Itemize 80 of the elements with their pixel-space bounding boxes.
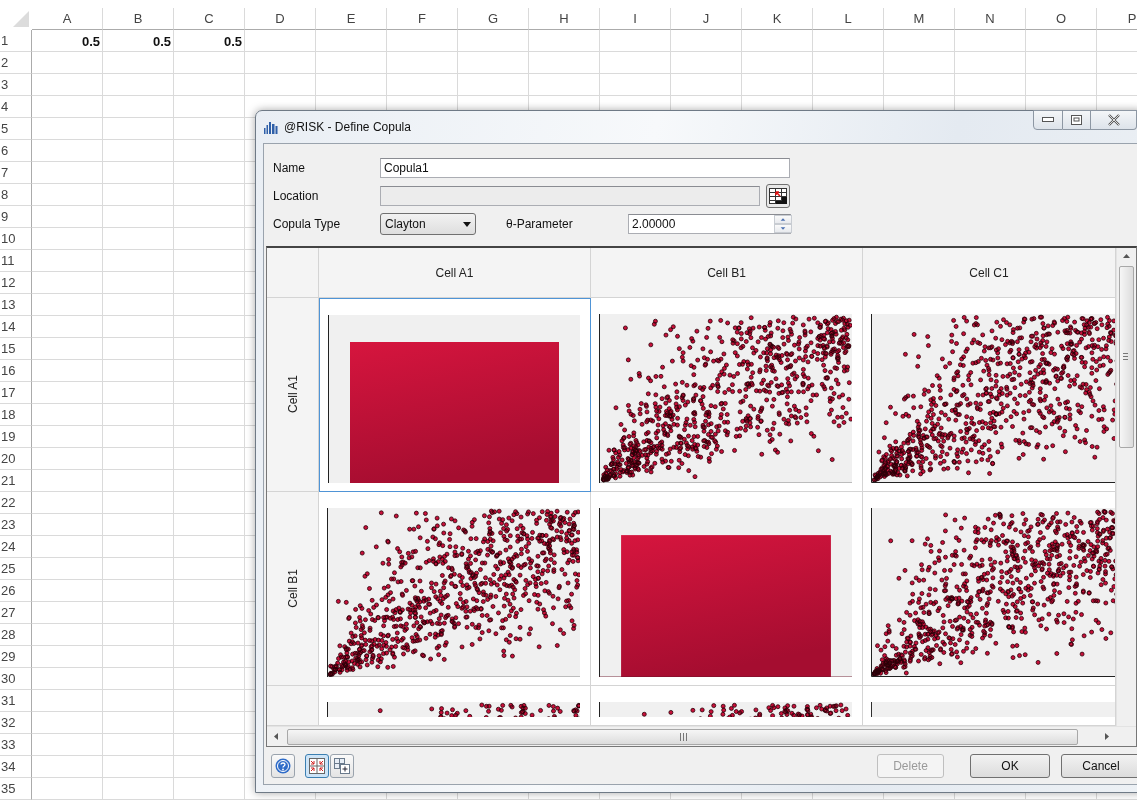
app-logo-icon [263, 120, 278, 134]
row-header[interactable]: 28 [0, 624, 32, 646]
spin-up-icon[interactable] [774, 215, 792, 224]
help-icon [275, 757, 291, 774]
row-header[interactable]: 25 [0, 558, 32, 580]
row-header[interactable]: 26 [0, 580, 32, 602]
help-button[interactable] [271, 753, 295, 778]
view-toggle-button[interactable] [305, 753, 329, 778]
field-label: Copula Type [273, 217, 342, 231]
row-header[interactable]: 33 [0, 734, 32, 756]
field-label: Location [273, 189, 320, 203]
row-header[interactable]: 32 [0, 712, 32, 734]
row-header[interactable]: 20 [0, 448, 32, 470]
minimize-icon [1042, 117, 1054, 123]
text-field[interactable]: Copula1 [380, 158, 790, 178]
row-header: Cell B1 [285, 569, 300, 608]
row-header[interactable]: 23 [0, 514, 32, 536]
grip-icon [1123, 353, 1128, 360]
table-cell-text: 0.5 [222, 32, 243, 51]
row-header[interactable]: 18 [0, 404, 32, 426]
grid-arrow-icon [769, 188, 787, 204]
row-header[interactable]: 9 [0, 206, 32, 228]
table-cell-text: 0.5 [80, 32, 101, 51]
scroll-up-icon[interactable] [1123, 254, 1130, 258]
row-header[interactable]: 21 [0, 470, 32, 492]
column-header: Cell A1 [435, 265, 474, 280]
restore-icon [1071, 115, 1082, 125]
row-header[interactable]: 8 [0, 184, 32, 206]
field-label: Name [273, 161, 306, 175]
dialog-button[interactable]: OK [970, 753, 1050, 778]
row-header[interactable]: 17 [0, 382, 32, 404]
row-header[interactable]: 3 [0, 74, 32, 96]
close-button[interactable] [1091, 110, 1137, 130]
dialog-button[interactable]: Cancel [1061, 753, 1137, 778]
scroll-left-icon[interactable] [274, 733, 278, 740]
window-title: @RISK - Define Copula [284, 120, 411, 134]
row-header[interactable]: 15 [0, 338, 32, 360]
row-header[interactable]: 30 [0, 668, 32, 690]
column-header: Cell C1 [969, 265, 1009, 280]
scrollbar-thumb[interactable] [287, 729, 1078, 745]
row-header: Cell A1 [285, 375, 300, 414]
row-header[interactable]: 11 [0, 250, 32, 272]
table-cell-text: 0.5 [151, 32, 172, 51]
row-header[interactable]: 1 [0, 30, 32, 52]
row-header[interactable]: 34 [0, 756, 32, 778]
matrix-view-icon [309, 757, 325, 774]
scrollbar-thumb[interactable] [1119, 266, 1134, 448]
row-header[interactable]: 22 [0, 492, 32, 514]
row-header[interactable]: 5 [0, 118, 32, 140]
row-header[interactable]: 24 [0, 536, 32, 558]
matrix-cell[interactable] [319, 298, 591, 492]
row-header[interactable]: 19 [0, 426, 32, 448]
row-header[interactable]: 31 [0, 690, 32, 712]
horizontal-scrollbar[interactable] [267, 726, 1136, 746]
row-header[interactable]: 16 [0, 360, 32, 382]
scroll-right-icon[interactable] [1105, 733, 1109, 740]
close-icon [1106, 114, 1121, 126]
row-header[interactable]: 2 [0, 52, 32, 74]
row-header[interactable]: 12 [0, 272, 32, 294]
row-header[interactable]: 10 [0, 228, 32, 250]
grip-icon [680, 733, 687, 741]
spin-down-icon[interactable] [774, 224, 792, 233]
row-header[interactable]: 13 [0, 294, 32, 316]
row-header[interactable]: 4 [0, 96, 32, 118]
spinner-field[interactable]: 2.00000 [628, 214, 791, 234]
copula-type-dropdown[interactable]: Clayton [380, 213, 476, 235]
field-label: θ-Parameter [506, 217, 574, 231]
minimize-button[interactable] [1033, 110, 1063, 130]
column-header: Cell B1 [707, 265, 746, 280]
caret-icon [463, 221, 471, 227]
row-header[interactable]: 7 [0, 162, 32, 184]
row-header[interactable]: 35 [0, 778, 32, 800]
row-header[interactable]: 6 [0, 140, 32, 162]
row-header[interactable]: 14 [0, 316, 32, 338]
add-grid-icon [334, 757, 350, 774]
view-toggle-button[interactable] [330, 753, 354, 778]
row-header[interactable]: 29 [0, 646, 32, 668]
row-header[interactable]: 27 [0, 602, 32, 624]
restore-button[interactable] [1063, 110, 1091, 130]
reference-picker-button[interactable] [766, 184, 790, 208]
